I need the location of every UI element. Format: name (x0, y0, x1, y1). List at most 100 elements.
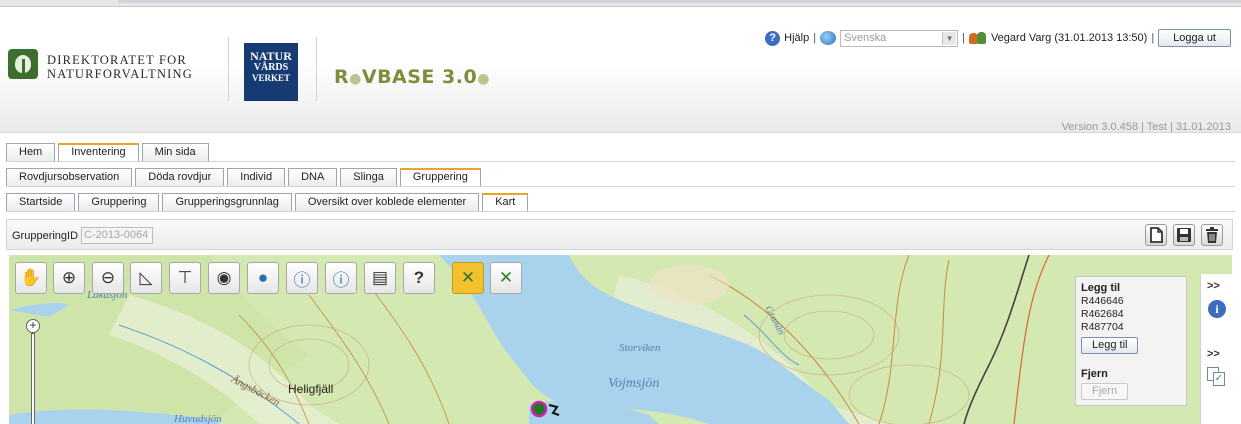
tab-baseline (6, 211, 1235, 212)
dn-logo-icon (8, 49, 38, 79)
copy-check-icon[interactable]: ✓ (1207, 367, 1227, 387)
select-circle-button[interactable]: ◉ (208, 262, 240, 294)
new-document-icon (1150, 227, 1163, 243)
measure-area-icon: ◺ (139, 268, 153, 287)
add-title: Legg til (1081, 282, 1121, 294)
top-utility-bar: ? Hjälp | Svenska ▼ | Vegard Varg (31.01.… (765, 29, 1231, 47)
help-link[interactable]: Hjälp (784, 32, 809, 44)
save-icon (1177, 228, 1191, 242)
gruppering-id-field[interactable]: C-2013-0064 (81, 227, 153, 244)
map-label-heligfjall: Heligfjäll (288, 382, 334, 396)
separator: | (1151, 32, 1155, 44)
delete-button[interactable] (1201, 224, 1223, 246)
map-view[interactable]: Lakasjön Heligfjäll Ängsbäcken Huvudsjön… (9, 255, 1232, 424)
nv-line3: VERKET (251, 73, 290, 83)
zoom-in-icon: ⊕ (61, 268, 77, 287)
org1-line1: DIREKTORATET FOR (47, 53, 187, 67)
tab-grupperingsgrunnlag[interactable]: Grupperingsgrunnlag (162, 193, 292, 211)
logout-button[interactable]: Logga ut (1158, 29, 1231, 47)
version-text: Version 3.0.458 | Test | 31.01.2013 (1061, 121, 1231, 133)
tab-hem[interactable]: Hem (6, 143, 56, 161)
remove-button[interactable]: Fjern (1081, 383, 1129, 400)
app-logo-rest: VBASE 3.0 (361, 66, 478, 88)
tab-gruppering[interactable]: Gruppering (399, 168, 481, 186)
globe-icon: ● (257, 268, 269, 287)
tab-slinga[interactable]: Slinga (340, 168, 397, 186)
zoom-rail[interactable] (31, 333, 35, 424)
new-document-button[interactable] (1145, 224, 1167, 246)
info-icon: ⓘ (293, 270, 311, 290)
pan-hand-button[interactable]: ✋ (15, 262, 47, 294)
tab-gruppering-detail[interactable]: Gruppering (78, 193, 160, 211)
tab-startside[interactable]: Startside (6, 193, 76, 211)
record-item: R487704 (1081, 321, 1124, 333)
tab-min-sida[interactable]: Min sida (141, 143, 209, 161)
sub-tabs: Rovdjursobservation Döda rovdjur Individ… (6, 168, 481, 186)
tab-individ[interactable]: Individ (227, 168, 286, 186)
map-label-storviken: Storviken (619, 342, 661, 354)
link-network-icon: ✕ (498, 268, 514, 287)
print-button[interactable]: ▤ (364, 262, 396, 294)
page-header: DIREKTORATET FOR NATURFORVALTNING NATUR … (0, 7, 1241, 133)
browser-tab-strip (118, 0, 1241, 3)
map-label-huvudsjon: Huvudsjön (174, 413, 222, 424)
link-network-button[interactable]: ✕ (490, 262, 522, 294)
zoom-plus-icon[interactable]: + (26, 319, 40, 333)
help-icon: ? (413, 268, 425, 287)
zoom-slider[interactable]: + (24, 319, 42, 424)
link-panel: Legg til R446646 R462684 R487704 Legg ti… (1075, 276, 1187, 406)
help-icon[interactable]: ? (765, 30, 781, 46)
link-network-active-button[interactable]: ✕ (452, 262, 484, 294)
record-item: R462684 (1081, 308, 1124, 320)
zoom-out-button[interactable]: ⊖ (92, 262, 124, 294)
measure-area-button[interactable]: ◺ (130, 262, 162, 294)
tab-doda-rovdjur[interactable]: Döda rovdjur (135, 168, 225, 186)
tab-kart[interactable]: Kart (482, 193, 529, 211)
gruppering-id-label: GrupperingID (12, 230, 79, 242)
help-button[interactable]: ? (403, 262, 435, 294)
separator: | (962, 32, 965, 44)
save-button[interactable] (1173, 224, 1195, 246)
tab-baseline (6, 161, 1235, 162)
nv-line1: NATUR (250, 49, 292, 63)
select-circle-icon: ◉ (216, 268, 232, 287)
measure-line-button[interactable]: ⊤ (169, 262, 201, 294)
user-info: Vegard Varg (31.01.2013 13:50) (990, 32, 1148, 44)
measure-line-icon: ⊤ (177, 268, 193, 287)
org1-line2: NATURFORVALTNING (47, 67, 193, 81)
add-button[interactable]: Legg til (1081, 337, 1139, 354)
delete-icon (1206, 227, 1218, 243)
header-divider (228, 37, 229, 101)
browser-top-strip (0, 0, 1241, 7)
expand-info-button[interactable]: >> (1207, 280, 1220, 292)
side-tabs: >> i >> ✓ (1200, 274, 1232, 424)
naturvardsverket-logo: NATUR VÅRDS VERKET (244, 43, 298, 101)
info-area-button[interactable]: ⓘ (325, 262, 357, 294)
language-select[interactable]: Svenska ▼ (840, 29, 959, 47)
link-network-active-icon: ✕ (460, 268, 476, 287)
record-marker[interactable] (530, 400, 548, 418)
paw-icon: ● (349, 71, 362, 87)
language-value: Svenska (844, 31, 887, 44)
paw-icon: ● (477, 71, 490, 87)
info-icon[interactable]: i (1208, 300, 1226, 318)
record-item: R446646 (1081, 295, 1124, 307)
dn-logo-text: DIREKTORATET FOR NATURFORVALTNING (47, 53, 193, 81)
expand-copy-button[interactable]: >> (1207, 348, 1220, 360)
info-area-icon: ⓘ (332, 270, 350, 290)
main-tabs: Hem Inventering Min sida (6, 143, 209, 161)
users-icon (968, 31, 987, 45)
chevron-down-icon[interactable]: ▼ (942, 31, 957, 45)
tab-inventering[interactable]: Inventering (58, 143, 139, 161)
tab-dna[interactable]: DNA (288, 168, 338, 186)
tab-oversikt[interactable]: Oversikt over koblede elementer (294, 193, 480, 211)
tab-baseline (6, 186, 1235, 187)
zoom-in-button[interactable]: ⊕ (53, 262, 85, 294)
language-globe-icon (820, 31, 837, 45)
globe-button[interactable]: ● (247, 262, 279, 294)
nv-line2: VÅRDS (253, 62, 289, 73)
app-logo: R●VBASE 3.0● (334, 66, 490, 88)
info-button[interactable]: ⓘ (286, 262, 318, 294)
tab-rovdjursobservation[interactable]: Rovdjursobservation (6, 168, 133, 186)
section-tabs: Startside Gruppering Grupperingsgrunnlag… (6, 193, 529, 211)
